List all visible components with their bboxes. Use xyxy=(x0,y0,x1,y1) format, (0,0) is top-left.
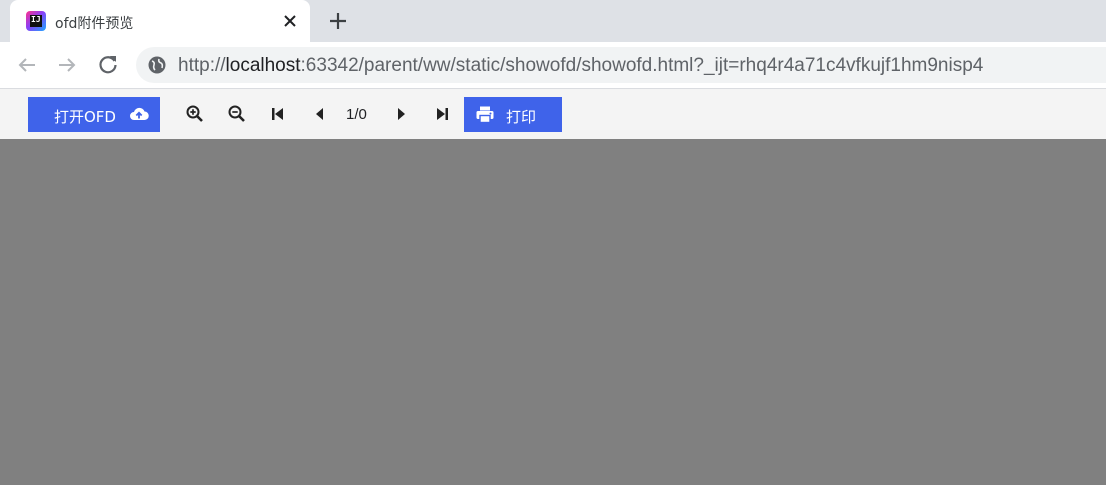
open-ofd-label: 打开OFD xyxy=(54,108,116,126)
zoom-in-icon[interactable] xyxy=(185,104,205,124)
url-text: http://localhost:63342/parent/ww/static/… xyxy=(178,55,983,77)
reload-icon[interactable] xyxy=(96,53,120,77)
print-label: 打印 xyxy=(506,108,537,126)
url-scheme: http:// xyxy=(178,55,226,76)
favicon-glyph: IJ xyxy=(31,15,41,24)
print-button[interactable]: 打印 xyxy=(464,97,562,132)
arrow-left-icon[interactable] xyxy=(15,53,39,77)
url-path: :63342/parent/ww/static/showofd/showofd.… xyxy=(300,55,984,76)
page-indicator: 1/0 xyxy=(346,106,367,123)
next-page-icon[interactable] xyxy=(391,104,411,124)
url-field[interactable]: http://localhost:63342/parent/ww/static/… xyxy=(136,47,1106,83)
open-ofd-button[interactable]: 打开OFD xyxy=(28,97,160,132)
document-viewer[interactable] xyxy=(0,139,1106,485)
zoom-out-icon[interactable] xyxy=(227,104,247,124)
globe-icon[interactable] xyxy=(148,56,166,74)
tab-title: ofd附件预览 xyxy=(55,16,134,32)
close-icon[interactable] xyxy=(280,11,300,31)
last-page-icon[interactable] xyxy=(432,104,452,124)
browser-tab[interactable]: IJ ofd附件预览 xyxy=(10,0,310,42)
print-icon xyxy=(476,106,494,127)
first-page-icon[interactable] xyxy=(268,104,288,124)
tab-strip: IJ ofd附件预览 xyxy=(0,0,1106,42)
address-bar-row: http://localhost:63342/parent/ww/static/… xyxy=(0,42,1106,89)
viewer-toolbar: 打开OFD 1/0 打印 xyxy=(0,89,1106,139)
cloud-upload-icon xyxy=(129,105,149,127)
arrow-right-icon[interactable] xyxy=(55,53,79,77)
url-host: localhost xyxy=(225,55,301,76)
prev-page-icon[interactable] xyxy=(310,104,330,124)
intellij-favicon-icon: IJ xyxy=(26,11,46,31)
plus-icon[interactable] xyxy=(326,9,350,33)
